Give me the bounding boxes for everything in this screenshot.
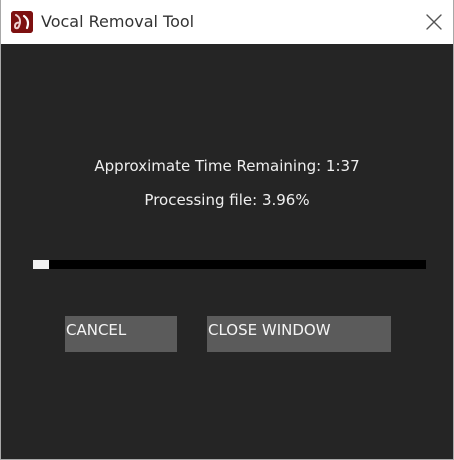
window-title: Vocal Removal Tool [41,12,195,31]
vocal-removal-window: Vocal Removal Tool Approximate Time Rema… [0,0,454,460]
close-window-button[interactable]: CLOSE WINDOW [207,316,391,352]
close-icon[interactable] [419,8,449,36]
app-icon [11,11,33,33]
processing-status-text: Processing file: 3.96% [144,191,310,209]
progress-bar-fill [33,260,49,269]
dialog-content: Approximate Time Remaining: 1:37 Process… [1,44,453,459]
time-remaining-text: Approximate Time Remaining: 1:37 [94,157,360,175]
progress-bar [33,260,426,269]
title-bar[interactable]: Vocal Removal Tool [1,0,453,44]
cancel-button[interactable]: CANCEL [65,316,177,352]
